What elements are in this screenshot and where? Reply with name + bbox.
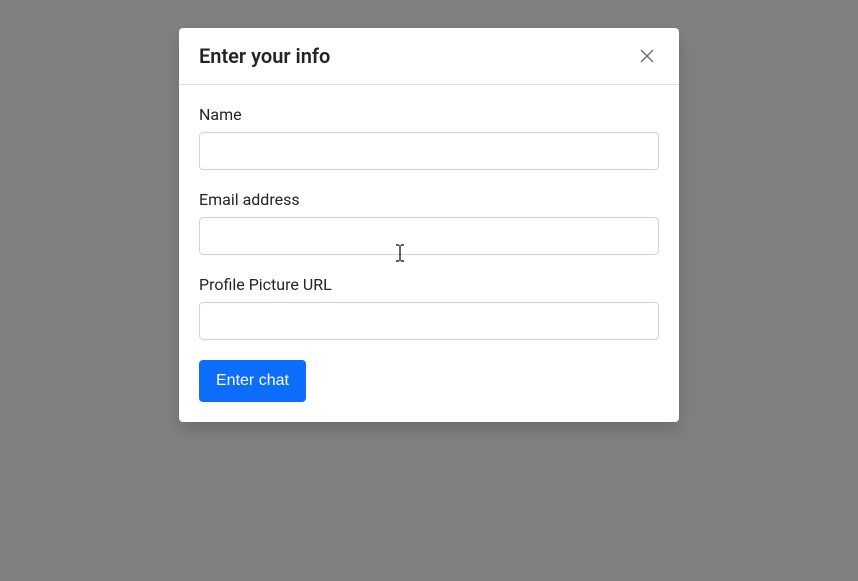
profile-url-label: Profile Picture URL (199, 275, 659, 294)
profile-url-input[interactable] (199, 302, 659, 340)
modal-header: Enter your info (179, 28, 679, 85)
profile-url-field-group: Profile Picture URL (199, 275, 659, 340)
email-label: Email address (199, 190, 659, 209)
close-button[interactable] (635, 44, 659, 68)
enter-info-modal: Enter your info Name Email address Profi… (179, 28, 679, 422)
name-input[interactable] (199, 132, 659, 170)
email-input[interactable] (199, 217, 659, 255)
close-icon (639, 48, 655, 64)
email-field-group: Email address (199, 190, 659, 255)
enter-chat-button[interactable]: Enter chat (199, 360, 306, 402)
modal-body: Name Email address Profile Picture URL E… (179, 85, 679, 422)
name-field-group: Name (199, 105, 659, 170)
name-label: Name (199, 105, 659, 124)
modal-title: Enter your info (199, 44, 330, 68)
